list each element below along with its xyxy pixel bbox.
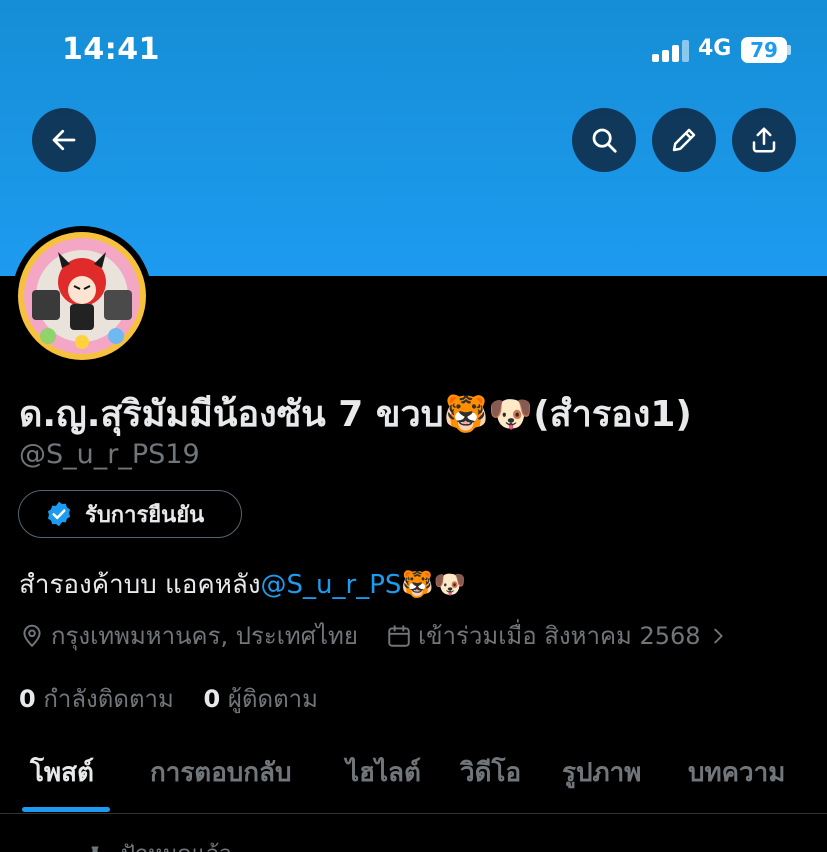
followers-label: ผู้ติดตาม [227,685,318,713]
verified-badge-icon [47,501,71,527]
get-verified-button[interactable]: รับการยืนยัน [18,490,242,538]
avatar-image [18,232,146,360]
profile-meta: กรุงเทพมหานคร, ประเทศไทย เข้าร่วมเมื่อ ส… [19,616,729,655]
profile-bio: สำรองค้าบบ แอคหลัง@S_u_r_PS🐯🐶 [19,564,466,605]
location-text: กรุงเทพมหานคร, ประเทศไทย [51,622,358,650]
following-label: กำลังติดตาม [43,685,174,713]
following-count: 0 [19,685,36,713]
tab-articles[interactable]: บทความ [688,752,785,793]
tab-replies[interactable]: การตอบกลับ [150,752,292,793]
calendar-icon [388,624,410,647]
joined-text: เข้าร่วมเมื่อ สิงหาคม 2568 [417,622,701,650]
battery-icon: 79 [741,37,791,63]
get-verified-label: รับการยืนยัน [85,502,205,528]
bio-mention-link[interactable]: @S_u_r_PS [261,570,402,600]
display-name: ด.ญ.สุริมัมมีน้องซัน 7 ขวบ🐯🐶(สำรอง1) [19,394,692,435]
chevron-right-icon [713,628,723,643]
profile-tabs: โพสต์ การตอบกลับ ไฮไลต์ วิดีโอ รูปภาพ บท… [0,740,827,814]
arrow-left-icon [52,129,76,151]
back-button[interactable] [32,108,96,172]
status-time: 14:41 [62,32,160,67]
location-pin-icon [23,624,41,647]
followers-count: 0 [203,685,221,713]
share-button[interactable] [732,108,796,172]
search-button[interactable] [572,108,636,172]
bio-text: สำรองค้าบบ แอคหลัง [19,570,261,600]
pin-icon [91,846,99,852]
location-item: กรุงเทพมหานคร, ประเทศไทย [19,616,358,655]
follow-stats: 0 กำลังติดตาม 0 ผู้ติดตาม [19,679,318,718]
profile-handle: @S_u_r_PS19 [19,439,200,470]
pinned-post-header: ปักหมุดแล้ว [85,836,232,852]
followers-link[interactable]: 0 ผู้ติดตาม [203,685,317,713]
battery-level: 79 [741,37,787,63]
pencil-icon [672,128,696,152]
signal-icon [652,40,690,62]
edit-button[interactable] [652,108,716,172]
tab-photos[interactable]: รูปภาพ [562,752,641,793]
following-link[interactable]: 0 กำลังติดตาม [19,685,174,713]
pinned-label: ปักหมุดแล้ว [121,836,232,852]
tab-posts[interactable]: โพสต์ [30,752,94,793]
joined-item[interactable]: เข้าร่วมเมื่อ สิงหาคม 2568 [386,616,729,655]
avatar[interactable] [12,226,152,366]
tab-highlights[interactable]: ไฮไลต์ [346,752,421,793]
status-bar: 14:41 4G 79 [0,0,827,100]
search-icon [592,128,617,153]
share-icon [752,127,776,153]
tab-videos[interactable]: วิดีโอ [460,752,521,793]
active-tab-indicator [22,807,110,812]
network-type: 4G [698,36,732,61]
bio-emoji: 🐯🐶 [401,570,467,600]
